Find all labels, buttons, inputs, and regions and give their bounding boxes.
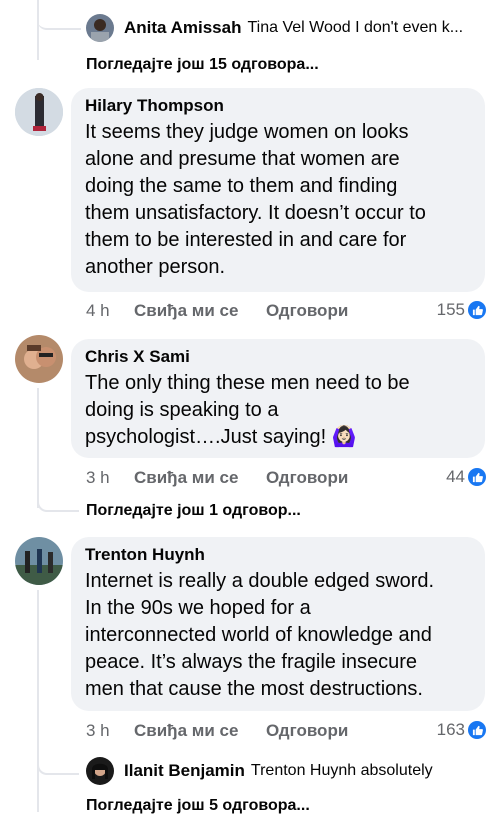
- reply-author[interactable]: Anita Amissah: [124, 18, 241, 38]
- reaction-count[interactable]: 155: [437, 300, 486, 320]
- view-more-replies-link[interactable]: Погледајте још 5 одговора...: [86, 797, 310, 815]
- reaction-number: 163: [436, 720, 465, 739]
- comment-author[interactable]: Trenton Huynh: [85, 545, 471, 565]
- thread-elbow: [37, 480, 79, 512]
- comment-author[interactable]: Chris X Sami: [85, 347, 471, 367]
- reply-button[interactable]: Одговори: [266, 721, 348, 741]
- reply-preview[interactable]: Anita Amissah Tina Vel Wood I don't even…: [86, 14, 463, 42]
- reply-text: Tina Vel Wood I don't even k...: [247, 19, 464, 36]
- comment-timestamp[interactable]: 3 h: [86, 468, 110, 488]
- like-reaction-icon: [468, 721, 486, 739]
- thread-elbow: [37, 0, 81, 30]
- avatar[interactable]: [86, 14, 114, 42]
- reaction-count[interactable]: 44: [446, 467, 486, 487]
- comment-bubble: Trenton Huynh Internet is really a doubl…: [71, 537, 485, 711]
- comment-bubble: Chris X Sami The only thing these men ne…: [71, 339, 485, 458]
- reply-author[interactable]: Ilanit Benjamin: [124, 761, 245, 781]
- reply-button[interactable]: Одговори: [266, 301, 348, 321]
- reaction-count[interactable]: 163: [437, 720, 486, 740]
- avatar[interactable]: [15, 335, 63, 383]
- reply-preview[interactable]: Ilanit Benjamin Trenton Huynh absolutely: [86, 757, 433, 785]
- thread-line: [37, 590, 39, 812]
- comment-timestamp[interactable]: 4 h: [86, 301, 110, 321]
- avatar[interactable]: [86, 757, 114, 785]
- view-more-replies-link[interactable]: Погледајте још 15 одговора...: [86, 56, 319, 74]
- avatar[interactable]: [15, 88, 63, 136]
- comment-author[interactable]: Hilary Thompson: [85, 96, 471, 116]
- like-reaction-icon: [468, 301, 486, 319]
- view-more-replies-link[interactable]: Погледајте још 1 одговор...: [86, 502, 301, 520]
- comment-bubble: Hilary Thompson It seems they judge wome…: [71, 88, 485, 292]
- reaction-number: 44: [446, 467, 465, 486]
- like-button[interactable]: Свиђа ми се: [134, 721, 238, 741]
- reply-text: Trenton Huynh absolutely: [250, 762, 433, 779]
- comment-timestamp[interactable]: 3 h: [86, 721, 110, 741]
- like-button[interactable]: Свиђа ми се: [134, 468, 238, 488]
- reply-button[interactable]: Одговори: [266, 468, 348, 488]
- comment-text: It seems they judge women on looks alone…: [85, 121, 426, 278]
- like-button[interactable]: Свиђа ми се: [134, 301, 238, 321]
- reaction-number: 155: [436, 300, 465, 319]
- comment-text: Internet is really a double edged sword.…: [85, 570, 435, 700]
- avatar[interactable]: [15, 537, 63, 585]
- like-reaction-icon: [468, 468, 486, 486]
- thread-elbow: [37, 745, 79, 775]
- comment-text: The only thing these men need to be doin…: [85, 372, 410, 448]
